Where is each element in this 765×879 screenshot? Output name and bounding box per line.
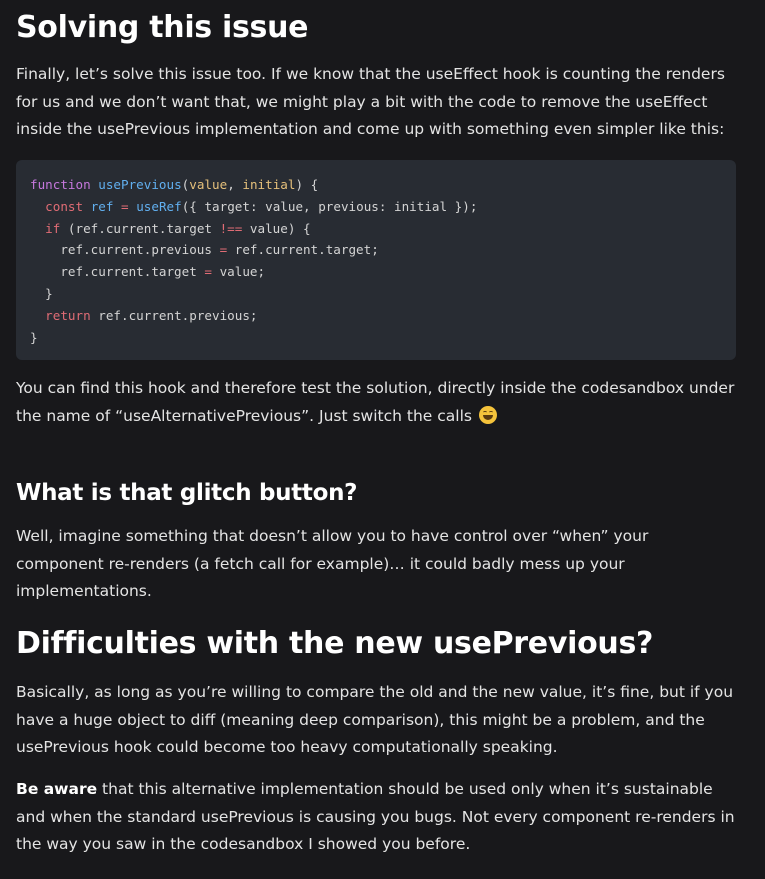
code-line: function usePrevious(value, initial) {	[30, 177, 319, 192]
section-heading-glitch: What is that glitch button?	[16, 480, 358, 506]
code-line: }	[30, 329, 38, 345]
code-line: ref.current.previous = ref.current.targe…	[30, 242, 379, 258]
code-line: if (ref.current.target !== value) {	[45, 220, 311, 236]
be-aware-bold: Be aware	[16, 780, 98, 798]
code-line: }	[30, 285, 53, 301]
section-heading-solving: Solving this issue	[16, 10, 309, 45]
paragraph-solving-intro: Finally, let’s solve this issue too. If …	[16, 65, 725, 138]
paragraph-codesandbox-note: You can find this hook and therefore tes…	[16, 375, 738, 430]
code-content[interactable]: function usePrevious(value, initial) { c…	[30, 174, 722, 348]
grinning-face-emoji-icon	[478, 405, 497, 424]
code-line: return ref.current.previous;	[45, 307, 258, 323]
paragraph-glitch: Well, imagine something that doesn’t all…	[16, 527, 649, 600]
be-aware-text: that this alternative implementation sho…	[16, 780, 735, 853]
code-line: const ref = useRef({ target: value, prev…	[45, 198, 478, 214]
code-block[interactable]: function usePrevious(value, initial) { c…	[16, 160, 736, 360]
code-line: ref.current.target = value;	[30, 264, 266, 280]
codesandbox-note-text: You can find this hook and therefore tes…	[16, 379, 735, 425]
paragraph-difficulties: Basically, as long as you’re willing to …	[16, 683, 734, 756]
section-heading-difficulties: Difficulties with the new usePrevious?	[16, 626, 654, 661]
paragraph-be-aware: Be aware that this alternative implement…	[16, 776, 738, 859]
